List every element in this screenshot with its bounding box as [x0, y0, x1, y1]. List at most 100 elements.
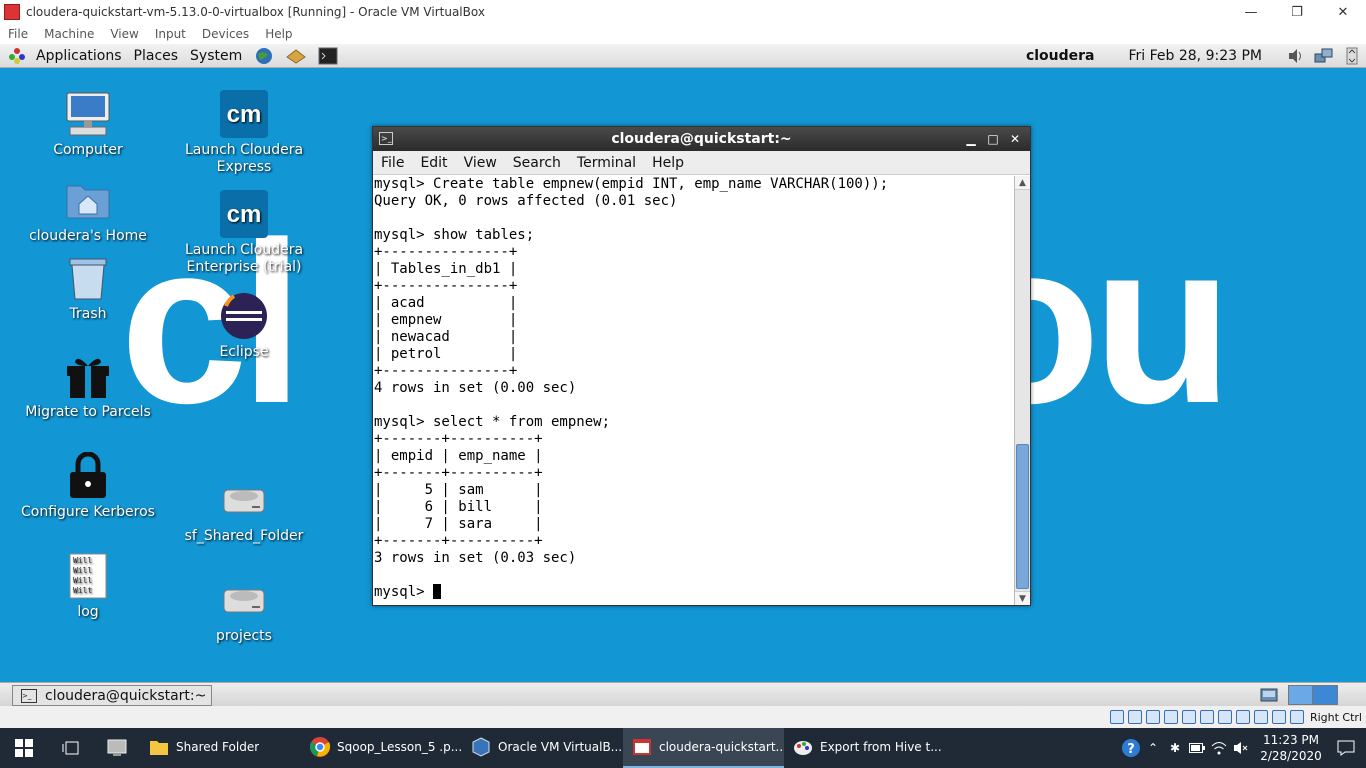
taskbar-app-label: Shared Folder: [176, 740, 260, 754]
desktop-icon-eclipse[interactable]: Eclipse: [169, 292, 319, 361]
logged-in-user[interactable]: cloudera: [1026, 48, 1095, 64]
terminal-minimize-button[interactable]: ▁: [960, 130, 982, 148]
network-icon[interactable]: [1314, 47, 1334, 65]
guest-task-terminal[interactable]: >_ cloudera@quickstart:~: [12, 685, 212, 706]
terminal-line: +---------------+: [374, 244, 518, 260]
desktop-icon-label: sf_Shared_Folder: [184, 528, 304, 544]
terminal-maximize-button[interactable]: □: [982, 130, 1004, 148]
panel-scroll-icon[interactable]: [1342, 47, 1362, 65]
log-thumbnail-line: Will: [73, 576, 92, 585]
guest-clock[interactable]: Fri Feb 28, 9:23 PM: [1129, 48, 1263, 64]
taskbar-app-chrome[interactable]: Sqoop_Lesson_5 .p...: [301, 728, 462, 768]
host-title-bar: cloudera-quickstart-vm-5.13.0-0-virtualb…: [0, 0, 1366, 24]
desktop-icon-sf-shared-folder[interactable]: sf_Shared_Folder: [169, 476, 319, 545]
terminal-close-button[interactable]: ✕: [1004, 130, 1026, 148]
bluetooth-icon[interactable]: ✱: [1164, 728, 1186, 768]
terminal-line: Query OK, 0 rows affected (0.01 sec): [374, 193, 678, 209]
menu-system[interactable]: System: [184, 48, 248, 64]
desktop-icon-launch-cloudera-express[interactable]: cm Launch Cloudera Express: [169, 90, 319, 176]
taskbar-clock[interactable]: 11:23 PM 2/28/2020: [1256, 732, 1326, 764]
terminal-line: +-------+----------+: [374, 465, 543, 481]
desktop-icon-label: Launch Cloudera Express: [184, 142, 304, 175]
desktop-icon-cloudera-home[interactable]: cloudera's Home: [13, 176, 163, 245]
desktop-icon-label: Trash: [69, 306, 107, 322]
desktop-icon-computer[interactable]: Computer: [13, 90, 163, 159]
windows-logo-icon: [15, 739, 33, 757]
terminal-output[interactable]: mysql> Create table empnew(empid INT, em…: [373, 176, 1015, 605]
scrollbar-thumb[interactable]: [1016, 444, 1029, 589]
terminal-menu-file[interactable]: File: [373, 155, 412, 171]
help-icon[interactable]: ?: [1120, 728, 1142, 768]
host-menu-bar: File Machine View Input Devices Help: [0, 24, 1366, 44]
desktop-icon-trash[interactable]: Trash: [13, 254, 163, 323]
minimize-button[interactable]: —: [1228, 0, 1274, 24]
usb-status-icon[interactable]: [1181, 710, 1196, 724]
workspace-1[interactable]: [1289, 686, 1313, 704]
host-window-title: cloudera-quickstart-vm-5.13.0-0-virtualb…: [26, 5, 485, 19]
audio-status-icon[interactable]: [1145, 710, 1160, 724]
virtualbox-icon: [472, 737, 490, 757]
terminal-menu-edit[interactable]: Edit: [412, 155, 455, 171]
desktop-icon-log[interactable]: Will Will Will Wilt log: [13, 552, 163, 621]
shared-folders-status-icon[interactable]: [1199, 710, 1214, 724]
volume-muted-icon[interactable]: [1230, 728, 1252, 768]
host-menu-help[interactable]: Help: [257, 27, 300, 41]
taskbar-app-shared-folder[interactable]: Shared Folder: [140, 728, 301, 768]
web-browser-launcher-icon[interactable]: [253, 47, 275, 65]
host-menu-machine[interactable]: Machine: [36, 27, 102, 41]
volume-icon[interactable]: [1286, 47, 1306, 65]
guest-panel-right: cloudera Fri Feb 28, 9:23 PM: [1026, 44, 1366, 68]
terminal-line: | petrol |: [374, 346, 518, 362]
desktop-icon-configure-kerberos[interactable]: Configure Kerberos: [13, 452, 163, 521]
video-capture-status-icon[interactable]: [1235, 710, 1250, 724]
show-desktop-icon[interactable]: [1260, 686, 1278, 704]
taskbar-app-label: cloudera-quickstart...: [659, 740, 784, 754]
host-menu-input[interactable]: Input: [147, 27, 194, 41]
terminal-window[interactable]: >_ cloudera@quickstart:~ ▁ □ ✕ File Edit…: [372, 126, 1031, 606]
menu-applications[interactable]: Applications: [30, 48, 128, 64]
terminal-menu-terminal[interactable]: Terminal: [569, 155, 644, 171]
desktop-icon-launch-cloudera-enterprise[interactable]: cm Launch Cloudera Enterprise (trial): [169, 190, 319, 276]
wifi-icon[interactable]: [1208, 728, 1230, 768]
workspace-switcher[interactable]: [1288, 685, 1338, 705]
taskbar-app-virtualbox[interactable]: Oracle VM VirtualB...: [462, 728, 623, 768]
terminal-menu-help[interactable]: Help: [644, 155, 692, 171]
terminal-line: 4 rows in set (0.00 sec): [374, 380, 577, 396]
show-hidden-icons-chevron-icon[interactable]: ⌃: [1142, 728, 1164, 768]
cm-badge: cm: [227, 101, 262, 128]
restore-button[interactable]: ❐: [1274, 0, 1320, 24]
menu-places[interactable]: Places: [128, 48, 185, 64]
terminal-launcher-icon[interactable]: [317, 47, 339, 65]
host-menu-file[interactable]: File: [0, 27, 36, 41]
terminal-menu-search[interactable]: Search: [505, 155, 569, 171]
terminal-scrollbar[interactable]: ▲ ▼: [1014, 176, 1030, 605]
cm-badge: cm: [227, 201, 262, 228]
log-thumbnail-line: Will: [73, 556, 92, 565]
notifications-icon[interactable]: [1326, 728, 1366, 768]
terminal-menu-view[interactable]: View: [456, 155, 505, 171]
taskbar-app-cloudera-vm[interactable]: cloudera-quickstart...: [623, 728, 784, 768]
desktop-icon-projects[interactable]: projects: [169, 576, 319, 645]
taskbar-app-export-from-hive[interactable]: Export from Hive t...: [784, 728, 945, 768]
terminal-title-bar[interactable]: >_ cloudera@quickstart:~ ▁ □ ✕: [373, 127, 1030, 151]
task-view-button[interactable]: [48, 728, 94, 768]
start-button[interactable]: [0, 728, 48, 768]
scroll-down-arrow-icon[interactable]: ▼: [1015, 591, 1030, 605]
taskbar-pinned-app[interactable]: [94, 728, 140, 768]
optical-drive-status-icon[interactable]: [1127, 710, 1142, 724]
host-menu-view[interactable]: View: [102, 27, 146, 41]
vt-x-status-icon[interactable]: [1253, 710, 1268, 724]
desktop-icon-migrate-to-parcels[interactable]: Migrate to Parcels: [13, 352, 163, 421]
network-status-icon[interactable]: [1163, 710, 1178, 724]
guest-task-label: cloudera@quickstart:~: [45, 687, 207, 704]
scroll-up-arrow-icon[interactable]: ▲: [1015, 176, 1030, 190]
mouse-integration-status-icon[interactable]: [1271, 710, 1286, 724]
close-button[interactable]: ✕: [1320, 0, 1366, 24]
task-view-icon: [62, 741, 79, 755]
host-menu-devices[interactable]: Devices: [194, 27, 257, 41]
hard-disk-status-icon[interactable]: [1109, 710, 1124, 724]
mail-client-launcher-icon[interactable]: [285, 47, 307, 65]
keyboard-capture-status-icon[interactable]: [1289, 710, 1304, 724]
battery-icon[interactable]: [1186, 728, 1208, 768]
display-status-icon[interactable]: [1217, 710, 1232, 724]
